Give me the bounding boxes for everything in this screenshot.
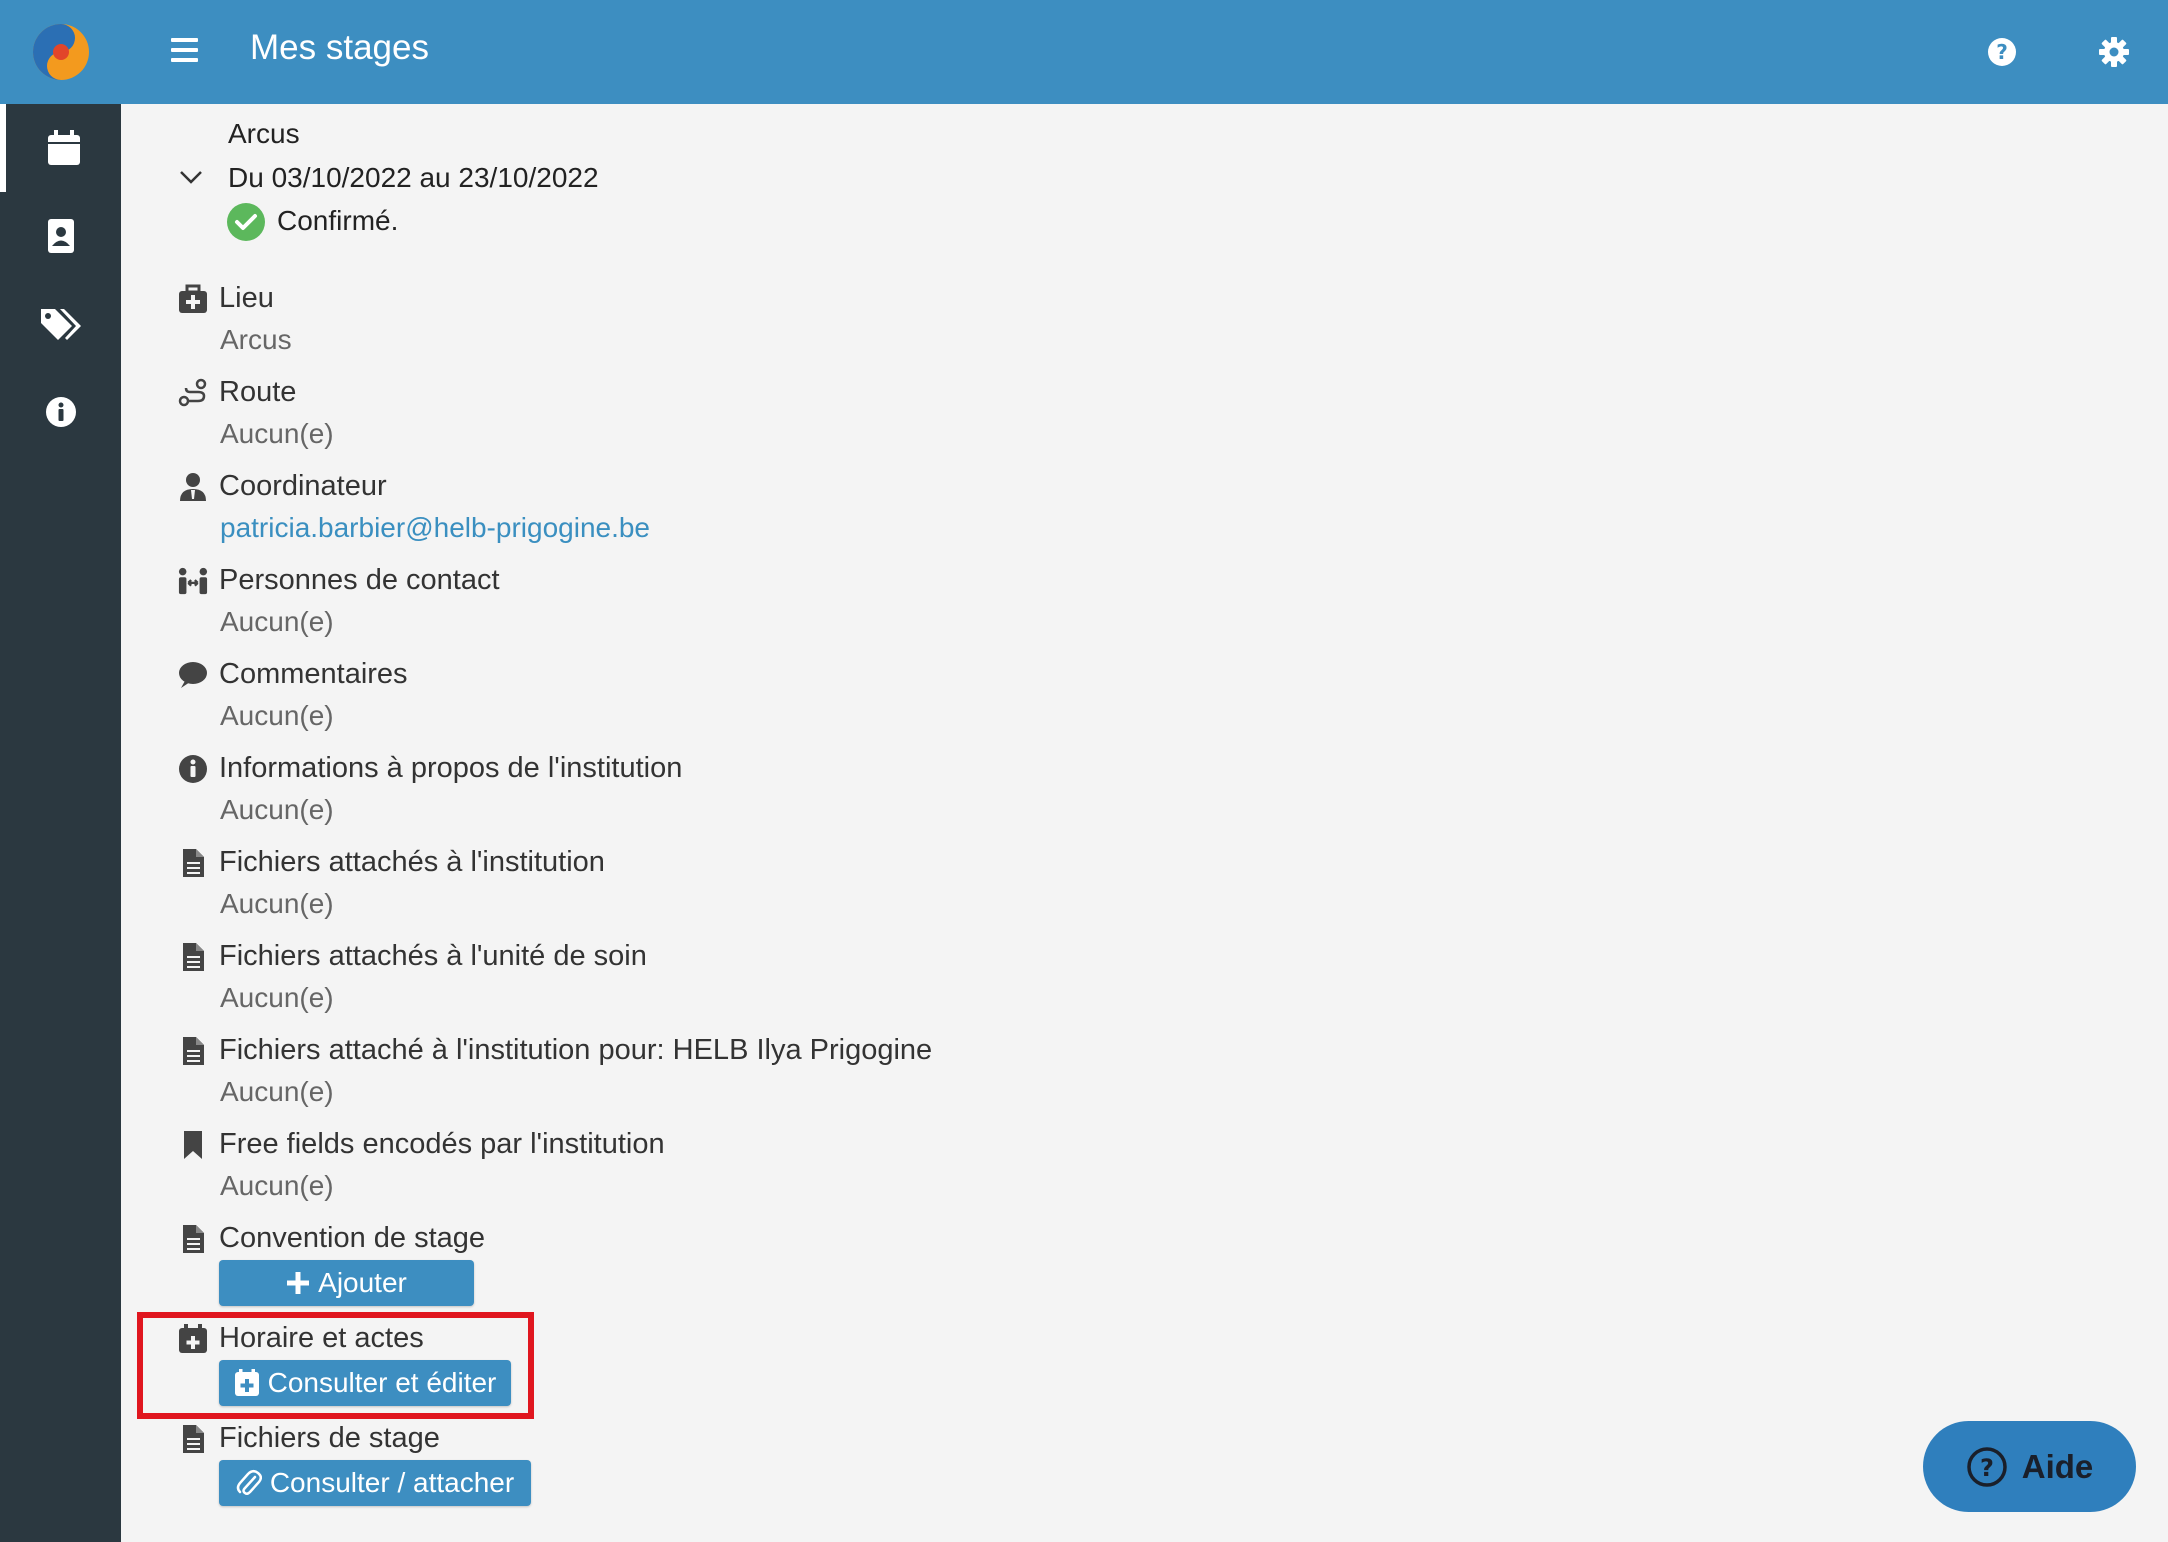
- sidebar-item-stages[interactable]: [0, 104, 121, 192]
- contacts-title: Personnes de contact: [219, 564, 500, 596]
- fichiers-unite-title: Fichiers attachés à l'unité de soin: [219, 940, 647, 972]
- comment-icon: [179, 662, 207, 688]
- file-icon: [183, 1037, 204, 1065]
- question-circle-icon: ?: [1966, 1446, 2007, 1487]
- lieu-value: Arcus: [220, 324, 292, 355]
- sidebar-item-info[interactable]: [0, 368, 121, 456]
- clinic-icon: [179, 284, 207, 313]
- free-fields-value: Aucun(e): [220, 1170, 334, 1201]
- free-fields-title: Free fields encodés par l'institution: [219, 1128, 665, 1160]
- fichiers-stage-title: Fichiers de stage: [219, 1422, 440, 1454]
- tags-icon: [40, 309, 81, 340]
- infos-title: Informations à propos de l'institution: [219, 752, 683, 784]
- file-icon: [183, 849, 204, 877]
- coordinateur-email-link[interactable]: patricia.barbier@helb-prigogine.be: [220, 512, 650, 544]
- consulter-attacher-button[interactable]: Consulter / attacher: [219, 1460, 531, 1506]
- aide-button[interactable]: ? Aide: [1923, 1421, 2136, 1512]
- help-icon[interactable]: ?: [1982, 32, 2022, 72]
- people-arrows-icon: [178, 567, 208, 595]
- check-circle-icon: [227, 203, 265, 241]
- info-circle-icon: [179, 755, 207, 783]
- route-title: Route: [219, 376, 297, 408]
- bookmark-icon: [184, 1131, 202, 1159]
- sidebar: [0, 0, 121, 1542]
- chevron-down-icon[interactable]: [178, 164, 204, 190]
- paperclip-icon: [236, 1470, 262, 1496]
- id-card-icon: [47, 219, 74, 253]
- route-value: Aucun(e): [220, 418, 334, 449]
- stage-dates: Du 03/10/2022 au 23/10/2022: [228, 162, 599, 193]
- highlight-box: [137, 1312, 534, 1419]
- app-logo[interactable]: [0, 0, 121, 104]
- logo-icon: [32, 24, 89, 80]
- svg-text:?: ?: [1996, 40, 2008, 64]
- top-header: Mes stages ?: [121, 0, 2168, 104]
- fichiers-unite-value: Aucun(e): [220, 982, 334, 1013]
- page-title: Mes stages: [250, 28, 429, 67]
- contacts-value: Aucun(e): [220, 606, 334, 637]
- commentaires-value: Aucun(e): [220, 700, 334, 731]
- coordinateur-title: Coordinateur: [219, 470, 387, 502]
- stage-name: Arcus: [228, 118, 300, 149]
- fichiers-institution-value: Aucun(e): [220, 888, 334, 919]
- user-tie-icon: [180, 473, 206, 501]
- status-text: Confirmé.: [277, 205, 399, 236]
- aide-label: Aide: [2021, 1447, 2094, 1485]
- calendar-icon: [47, 130, 80, 165]
- infos-value: Aucun(e): [220, 794, 334, 825]
- file-icon: [183, 1425, 204, 1453]
- file-icon: [183, 943, 204, 971]
- plus-icon: [287, 1272, 310, 1294]
- info-icon: [45, 397, 76, 427]
- file-icon: [183, 1225, 204, 1253]
- fichiers-helb-value: Aucun(e): [220, 1076, 334, 1107]
- fichiers-institution-title: Fichiers attachés à l'institution: [219, 846, 605, 878]
- lieu-title: Lieu: [219, 282, 274, 314]
- gear-icon[interactable]: [2094, 32, 2134, 72]
- ajouter-label: Ajouter: [318, 1267, 407, 1298]
- convention-title: Convention de stage: [219, 1222, 486, 1254]
- consulter-attacher-label: Consulter / attacher: [269, 1467, 515, 1498]
- sidebar-item-tags[interactable]: [0, 280, 121, 368]
- svg-text:?: ?: [1980, 1454, 1994, 1482]
- commentaires-title: Commentaires: [219, 658, 408, 690]
- fichiers-helb-title: Fichiers attaché à l'institution pour: H…: [219, 1034, 933, 1066]
- menu-icon[interactable]: [171, 32, 207, 72]
- sidebar-item-profile[interactable]: [0, 192, 121, 280]
- ajouter-convention-button[interactable]: Ajouter: [219, 1260, 474, 1306]
- route-icon: [178, 378, 207, 407]
